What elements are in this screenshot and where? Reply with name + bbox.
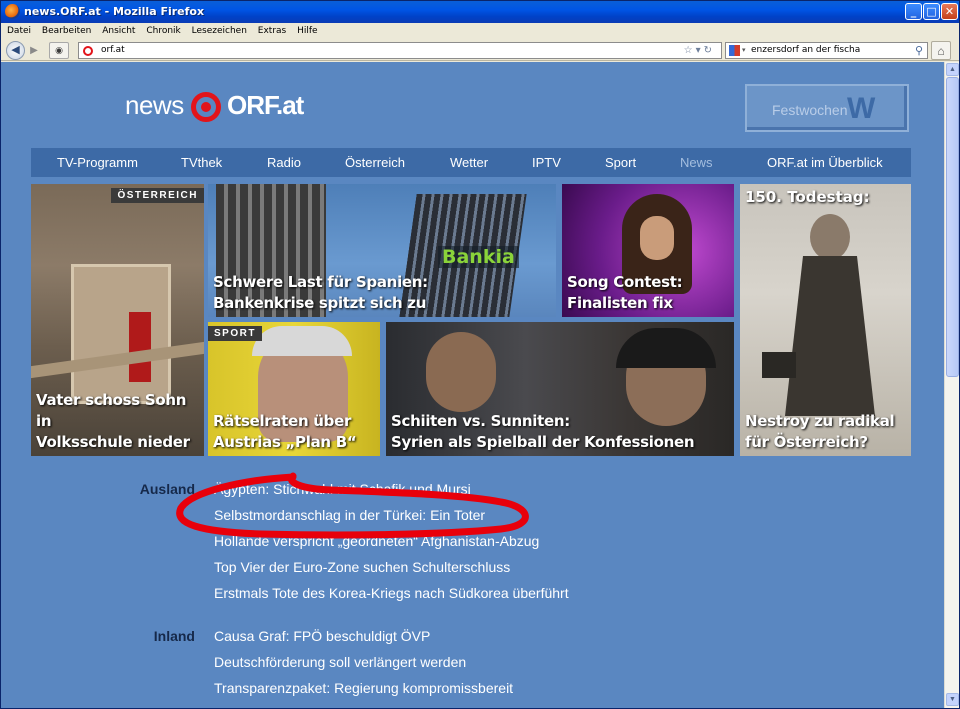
menu-lesezeichen[interactable]: Lesezeichen — [192, 23, 247, 39]
tile-caption: Nestroy zu radikal für Österreich? — [745, 411, 895, 453]
tile-sport[interactable]: SPORT Rätselraten über Austrias „Plan B“ — [208, 322, 380, 456]
caption-line-2: Bankenkrise spitzt sich zu — [213, 294, 427, 312]
ausland-link-4[interactable]: Top Vier der Euro-Zone suchen Schultersc… — [214, 559, 510, 575]
title-bar[interactable]: news.ORF.at - Mozilla Firefox _ □ ✕ — [1, 1, 959, 23]
close-button[interactable]: ✕ — [941, 3, 958, 20]
home-icon[interactable]: ⌂ — [931, 41, 951, 60]
nav-iptv[interactable]: IPTV — [532, 155, 561, 170]
page-content: news ORF.at Festwochen W TV-Programm TVt… — [1, 62, 944, 708]
firefox-icon — [5, 4, 20, 19]
tile-image-face-left — [426, 332, 496, 412]
search-query: enzersdorf an der fischa — [751, 45, 861, 55]
search-bar[interactable]: ▾ enzersdorf an der fischa ⚲ — [725, 42, 928, 59]
tile-image-hat — [762, 352, 796, 378]
ad-text: Festwochen — [772, 102, 848, 118]
nav-sport[interactable]: Sport — [605, 155, 636, 170]
caption-line-1: Rätselraten über — [213, 412, 352, 430]
tile-image-doors — [71, 264, 171, 404]
page-info-icon[interactable]: ◉ — [49, 42, 69, 59]
tile-tag: ÖSTERREICH — [111, 188, 204, 203]
menu-bar: Datei Bearbeiten Ansicht Chronik Lesezei… — [1, 23, 959, 40]
nav-tvthek[interactable]: TVthek — [181, 155, 222, 170]
tile-caption: Song Contest: Finalisten fix — [567, 272, 683, 314]
caption-line-1: Vater schoss Sohn in — [36, 391, 187, 430]
nav-news[interactable]: News — [680, 155, 713, 170]
menu-datei[interactable]: Datei — [7, 23, 31, 39]
section-ausland: Ausland — [139, 481, 195, 497]
caption-line-2: für Österreich? — [745, 433, 868, 451]
tile-oesterreich[interactable]: ÖSTERREICH Vater schoss Sohn in Volkssch… — [31, 184, 204, 456]
caption-line-1: Nestroy zu radikal — [745, 412, 895, 430]
vertical-scrollbar[interactable]: ▲ ▼ — [944, 62, 959, 708]
orf-eye-icon — [191, 92, 221, 122]
tile-spanien[interactable]: Bankia Schwere Last für Spanien: Bankenk… — [208, 184, 556, 317]
scroll-thumb[interactable] — [946, 77, 959, 377]
menu-hilfe[interactable]: Hilfe — [297, 23, 317, 39]
site-navigation: TV-Programm TVthek Radio Österreich Wett… — [31, 148, 911, 177]
url-text: orf.at — [101, 45, 125, 55]
minimize-button[interactable]: _ — [905, 3, 922, 20]
caption-line-1: Song Contest: — [567, 273, 683, 291]
inland-link-1[interactable]: Causa Graf: FPÖ beschuldigt ÖVP — [214, 628, 430, 644]
ausland-link-2[interactable]: Selbstmordanschlag in der Türkei: Ein To… — [214, 507, 485, 523]
tile-nestroy[interactable]: 150. Todestag: Nestroy zu radikal für Ös… — [740, 184, 911, 456]
festwochen-ad[interactable]: Festwochen W — [745, 84, 909, 132]
menu-chronik[interactable]: Chronik — [146, 23, 180, 39]
ad-logo-mark: W — [847, 92, 875, 125]
nav-radio[interactable]: Radio — [267, 155, 301, 170]
tile-image-hair — [252, 326, 352, 356]
nav-ueberblick[interactable]: ORF.at im Überblick — [767, 155, 883, 170]
caption-line-2: Syrien als Spielball der Konfessionen — [391, 433, 695, 451]
engine-dropdown-icon[interactable]: ▾ — [742, 43, 746, 58]
window-title: news.ORF.at - Mozilla Firefox — [24, 5, 205, 18]
logo-orf-text: ORF.at — [227, 90, 304, 120]
tile-caption: Vater schoss Sohn in Volksschule nieder — [36, 390, 204, 453]
tile-songcontest[interactable]: Song Contest: Finalisten fix — [562, 184, 734, 317]
nav-tv-programm[interactable]: TV-Programm — [57, 155, 138, 170]
scroll-down-arrow-icon[interactable]: ▼ — [946, 693, 959, 706]
tile-image-figure — [129, 312, 151, 382]
ausland-link-5[interactable]: Erstmals Tote des Korea-Kriegs nach Südk… — [214, 585, 569, 601]
search-engine-icon[interactable] — [729, 45, 740, 56]
nav-oesterreich[interactable]: Österreich — [345, 155, 405, 170]
browser-window: news.ORF.at - Mozilla Firefox _ □ ✕ Date… — [0, 0, 960, 709]
section-inland: Inland — [153, 628, 195, 644]
tile-image-head — [810, 214, 850, 260]
bank-sign: Bankia — [438, 246, 519, 268]
tile-image-hood — [616, 328, 716, 368]
url-bar[interactable]: orf.at ☆▾↻ — [78, 42, 722, 59]
back-arrow-icon[interactable]: ◀ — [6, 41, 25, 60]
tile-headline: 150. Todestag: — [745, 188, 870, 206]
tile-syrien[interactable]: Schiiten vs. Sunniten: Syrien als Spielb… — [386, 322, 734, 456]
tile-caption: Schwere Last für Spanien: Bankenkrise sp… — [213, 272, 428, 314]
caption-line-2: Volksschule nieder — [36, 433, 190, 451]
caption-line-2: Finalisten fix — [567, 294, 673, 312]
tile-image-coat — [785, 256, 875, 416]
forward-arrow-icon[interactable]: ▶ — [27, 42, 41, 59]
tile-image-face — [640, 216, 674, 260]
caption-line-1: Schwere Last für Spanien: — [213, 273, 428, 291]
tile-caption: Rätselraten über Austrias „Plan B“ — [213, 411, 357, 453]
menu-extras[interactable]: Extras — [258, 23, 286, 39]
tile-tag: SPORT — [208, 326, 262, 341]
menu-bearbeiten[interactable]: Bearbeiten — [42, 23, 91, 39]
navigation-toolbar: ◀ ▶ ◉ orf.at ☆▾↻ ▾ enzersdorf an der fis… — [1, 40, 959, 61]
menu-ansicht[interactable]: Ansicht — [102, 23, 135, 39]
logo-news-text: news — [125, 90, 184, 120]
site-favicon-icon — [83, 46, 93, 56]
caption-line-2: Austrias „Plan B“ — [213, 433, 357, 451]
ausland-link-3[interactable]: Hollande verspricht „geordneten“ Afghani… — [214, 533, 539, 549]
maximize-button[interactable]: □ — [923, 3, 940, 20]
magnifier-icon[interactable]: ⚲ — [915, 43, 923, 58]
tile-caption: Schiiten vs. Sunniten: Syrien als Spielb… — [391, 411, 695, 453]
caption-line-1: Schiiten vs. Sunniten: — [391, 412, 570, 430]
ausland-link-1[interactable]: Ägypten: Stichwahl mit Schafik und Mursi — [214, 481, 471, 497]
bookmark-star-icon[interactable]: ☆▾↻ — [684, 43, 715, 58]
scroll-up-arrow-icon[interactable]: ▲ — [946, 63, 959, 76]
inland-link-3[interactable]: Transparenzpaket: Regierung kompromissbe… — [214, 680, 513, 696]
nav-wetter[interactable]: Wetter — [450, 155, 488, 170]
inland-link-2[interactable]: Deutschförderung soll verlängert werden — [214, 654, 466, 670]
